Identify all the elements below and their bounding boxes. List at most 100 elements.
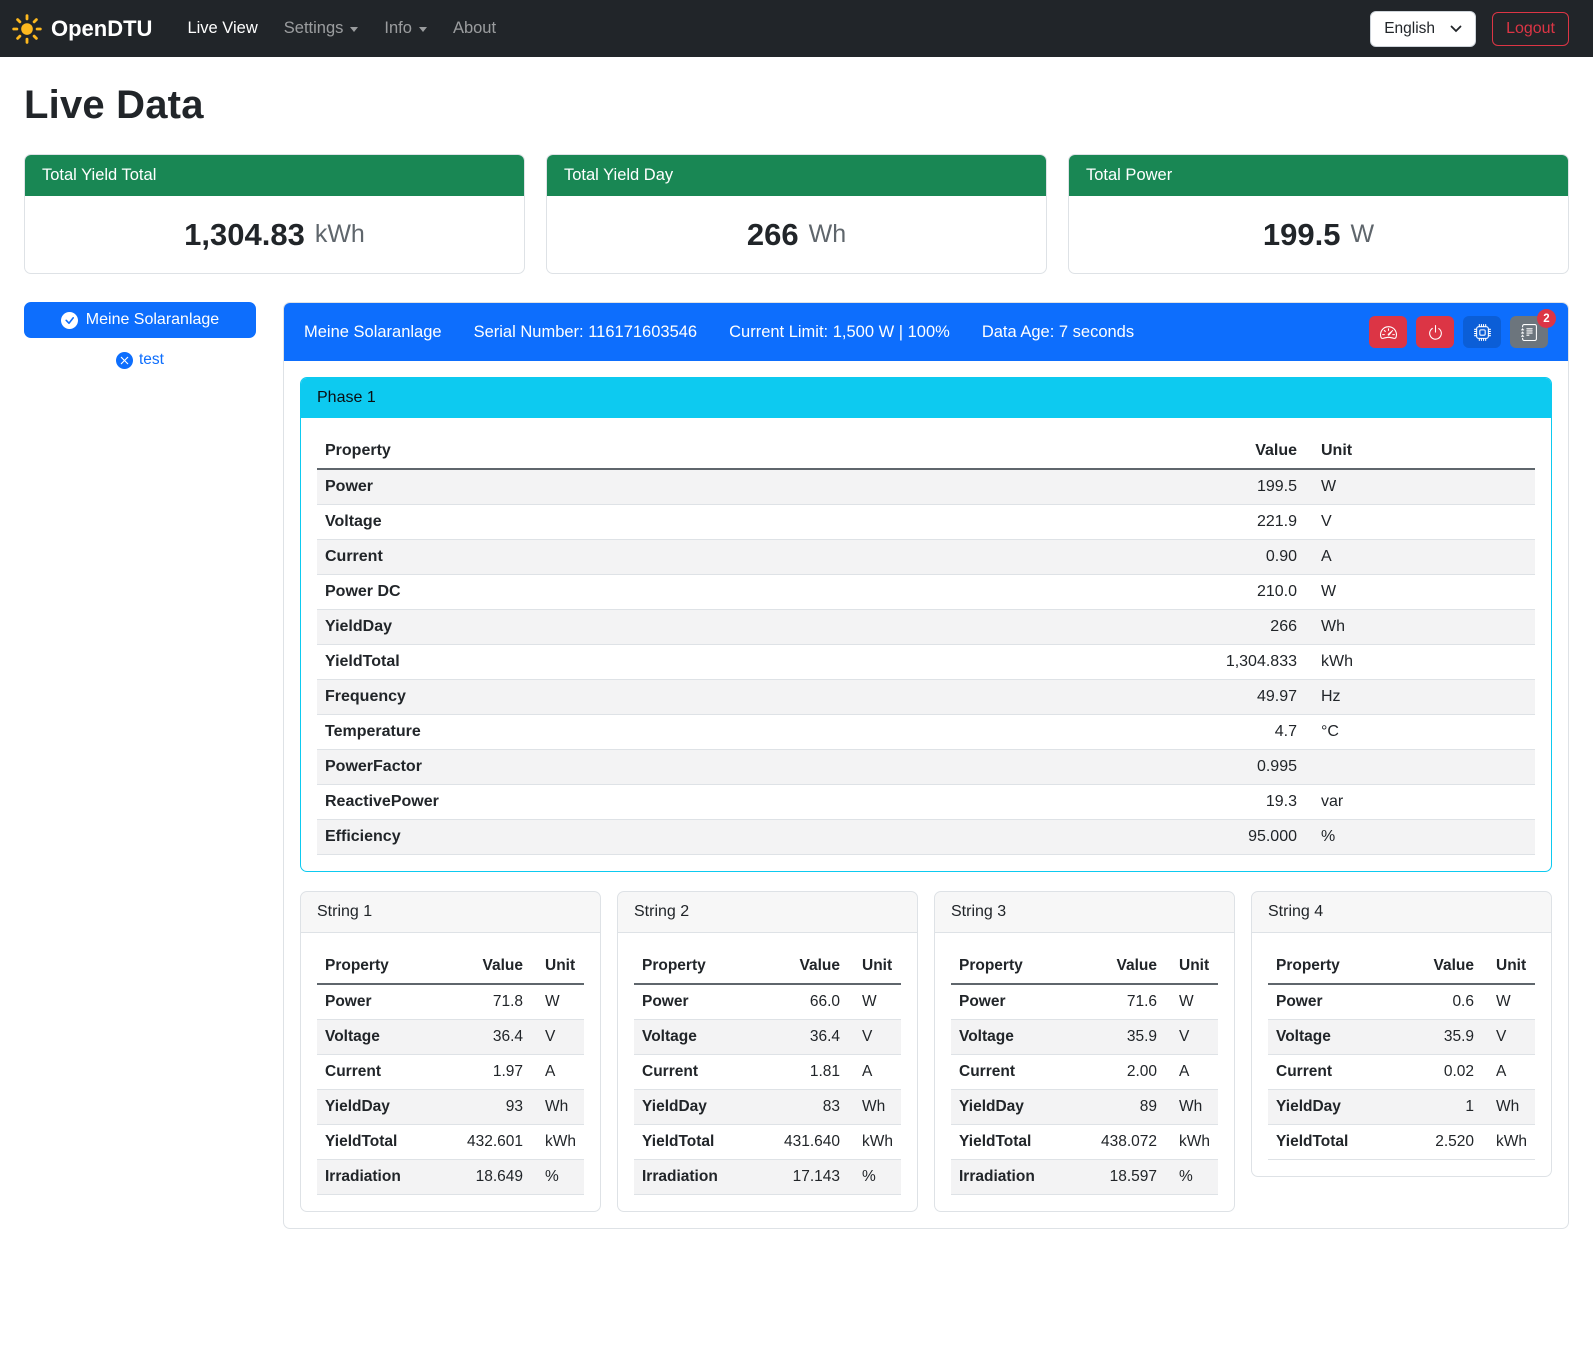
- row-value: 210.0: [908, 575, 1305, 610]
- nav-item-label: Info: [384, 19, 412, 38]
- row-unit: V: [848, 1020, 901, 1055]
- nav-links: Live View Settings Info About: [174, 11, 509, 46]
- table-row: Current 0.90 A: [317, 540, 1535, 575]
- inverter-select-label: Meine Solaranlage: [86, 311, 219, 329]
- logout-button[interactable]: Logout: [1492, 12, 1569, 46]
- table-row: YieldDay 1 Wh: [1268, 1090, 1535, 1125]
- inverter-card-body: Phase 1 Property Value Unit: [284, 361, 1568, 1228]
- string-card: String 1 Property Value Unit: [300, 891, 601, 1212]
- summary-value: 199.5: [1263, 217, 1341, 253]
- row-property: Current: [317, 1055, 437, 1090]
- summary-card: Total Yield Total 1,304.83 kWh: [24, 154, 525, 274]
- row-value: 1: [1399, 1090, 1482, 1125]
- table-row: YieldDay 266 Wh: [317, 610, 1535, 645]
- row-unit: W: [1482, 984, 1535, 1020]
- table-row: YieldTotal 1,304.833 kWh: [317, 645, 1535, 680]
- language-select[interactable]: English: [1370, 11, 1476, 47]
- table-row: Irradiation 18.649 %: [317, 1160, 584, 1195]
- x-circle-icon: [116, 352, 133, 369]
- chevron-down-icon: [1450, 25, 1462, 33]
- row-property: Voltage: [317, 1020, 437, 1055]
- row-value: 438.072: [1071, 1125, 1165, 1160]
- row-unit: %: [1305, 820, 1535, 855]
- column-header-unit: Unit: [848, 949, 901, 984]
- row-value: 18.649: [437, 1160, 531, 1195]
- string-table: Property Value Unit Power 0.: [1268, 949, 1535, 1160]
- table-row: Power 71.6 W: [951, 984, 1218, 1020]
- power-icon: [1427, 324, 1444, 341]
- inverter-serial: Serial Number: 116171603546: [474, 323, 698, 342]
- row-unit: V: [1305, 505, 1535, 540]
- summary-unit: W: [1350, 220, 1374, 249]
- table-row: Efficiency 95.000 %: [317, 820, 1535, 855]
- table-row: Voltage 221.9 V: [317, 505, 1535, 540]
- string-card: String 3 Property Value Unit: [934, 891, 1235, 1212]
- nav-item-about[interactable]: About: [440, 11, 509, 46]
- page-title: Live Data: [24, 83, 1569, 128]
- table-row: YieldTotal 2.520 kWh: [1268, 1125, 1535, 1160]
- string-card-body: Property Value Unit Power 71: [301, 933, 600, 1211]
- table-row: Power DC 210.0 W: [317, 575, 1535, 610]
- inverter-select-button-active[interactable]: Meine Solaranlage: [24, 302, 256, 338]
- summary-card-body: 266 Wh: [547, 196, 1046, 273]
- table-header-row: Property Value Unit: [317, 949, 584, 984]
- row-unit: A: [1482, 1055, 1535, 1090]
- table-row: YieldTotal 438.072 kWh: [951, 1125, 1218, 1160]
- row-unit: W: [1305, 575, 1535, 610]
- string-card-title: String 4: [1252, 892, 1551, 933]
- nav-item-live-view[interactable]: Live View: [174, 11, 270, 46]
- nav-item-settings[interactable]: Settings: [271, 11, 372, 46]
- row-property: Voltage: [951, 1020, 1071, 1055]
- row-property: Power: [317, 469, 908, 505]
- table-row: Frequency 49.97 Hz: [317, 680, 1535, 715]
- row-value: 0.90: [908, 540, 1305, 575]
- row-property: Irradiation: [317, 1160, 437, 1195]
- event-log-button[interactable]: 2: [1510, 316, 1548, 348]
- row-property: Current: [634, 1055, 754, 1090]
- inverter-select-label: test: [139, 351, 164, 369]
- nav-item-info[interactable]: Info: [371, 11, 440, 46]
- row-property: Irradiation: [951, 1160, 1071, 1195]
- column-header-unit: Unit: [531, 949, 584, 984]
- column-header-property: Property: [634, 949, 754, 984]
- table-row: ReactivePower 19.3 var: [317, 785, 1535, 820]
- row-value: 266: [908, 610, 1305, 645]
- row-property: Current: [951, 1055, 1071, 1090]
- power-button[interactable]: [1416, 316, 1454, 348]
- column-header-property: Property: [317, 434, 908, 469]
- limit-settings-button[interactable]: [1369, 316, 1407, 348]
- row-value: 0.02: [1399, 1055, 1482, 1090]
- language-value: English: [1384, 20, 1435, 38]
- table-header-row: Property Value Unit: [317, 434, 1535, 469]
- row-unit: kWh: [1165, 1125, 1218, 1160]
- row-unit: Wh: [1305, 610, 1535, 645]
- table-row: Irradiation 17.143 %: [634, 1160, 901, 1195]
- table-row: Power 66.0 W: [634, 984, 901, 1020]
- string-card: String 2 Property Value Unit: [617, 891, 918, 1212]
- inverter-select-button-test[interactable]: test: [24, 351, 256, 369]
- row-unit: %: [531, 1160, 584, 1195]
- row-property: Voltage: [634, 1020, 754, 1055]
- row-value: 71.8: [437, 984, 531, 1020]
- row-value: 431.640: [754, 1125, 848, 1160]
- device-info-button[interactable]: [1463, 316, 1501, 348]
- nav-item-label: About: [453, 19, 496, 38]
- summary-unit: Wh: [809, 220, 847, 249]
- row-value: 1,304.833: [908, 645, 1305, 680]
- brand[interactable]: OpenDTU: [12, 14, 152, 44]
- row-value: 49.97: [908, 680, 1305, 715]
- row-value: 93: [437, 1090, 531, 1125]
- row-property: Temperature: [317, 715, 908, 750]
- inverter-action-buttons: 2: [1369, 316, 1548, 348]
- row-property: YieldDay: [951, 1090, 1071, 1125]
- column-header-property: Property: [951, 949, 1071, 984]
- table-header-row: Property Value Unit: [634, 949, 901, 984]
- row-property: YieldDay: [634, 1090, 754, 1125]
- inverter-card: Meine Solaranlage Serial Number: 1161716…: [283, 302, 1569, 1229]
- inverter-list: Meine Solaranlage test: [24, 302, 256, 369]
- row-property: YieldDay: [317, 610, 908, 645]
- chevron-down-icon: [350, 27, 358, 32]
- table-row: YieldTotal 431.640 kWh: [634, 1125, 901, 1160]
- row-property: Power: [1268, 984, 1399, 1020]
- row-property: Voltage: [1268, 1020, 1399, 1055]
